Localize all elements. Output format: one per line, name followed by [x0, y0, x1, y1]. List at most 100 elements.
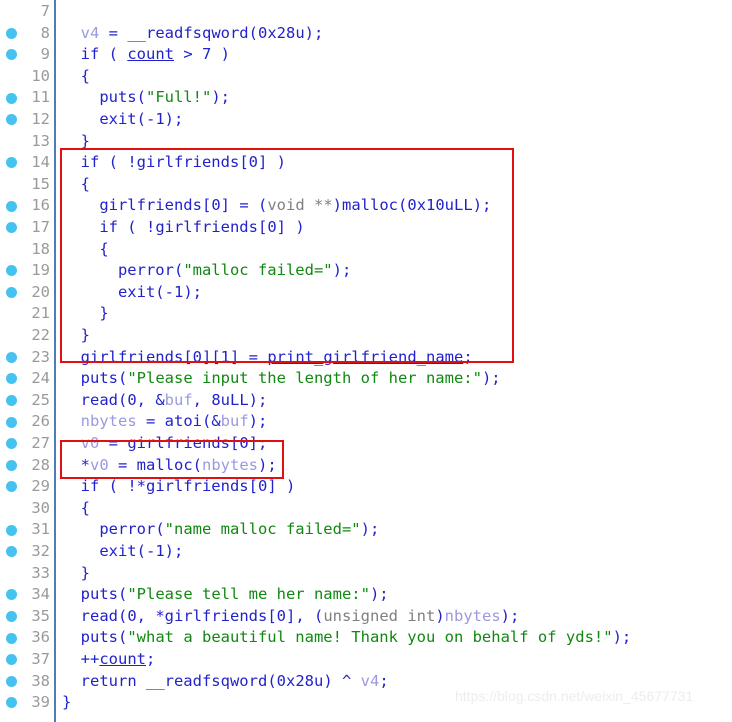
code-token-num: 1: [173, 282, 184, 301]
line-number: 13: [31, 131, 50, 150]
code-line[interactable]: 18 {: [0, 239, 732, 261]
code-token-fn: =: [108, 455, 137, 474]
code-line[interactable]: 15 {: [0, 174, 732, 196]
code-token-fn: }: [80, 326, 90, 344]
code-line[interactable]: 8 v4 = __readfsqword(0x28u);: [0, 23, 732, 45]
code-text[interactable]: v0 = girlfriends[0];: [81, 433, 268, 455]
code-line[interactable]: 25 read(0, &buf, 8uLL);: [0, 390, 732, 412]
code-text[interactable]: {: [99, 239, 108, 261]
code-line[interactable]: 24 puts("Please input the length of her n…: [0, 368, 732, 390]
code-line[interactable]: 37 ++count;: [0, 649, 732, 671]
line-number: 17: [31, 218, 50, 236]
code-line[interactable]: 26 nbytes = atoi(&buf);: [0, 411, 732, 433]
code-line[interactable]: 23 girlfriends[0][1] = print_girlfriend_n…: [0, 347, 732, 369]
code-line[interactable]: 12 exit(-1);: [0, 109, 732, 131]
code-text[interactable]: girlfriends[0][1] = print_girlfriend_nam…: [81, 347, 473, 369]
code-text[interactable]: nbytes = atoi(&buf);: [81, 411, 268, 433]
code-text[interactable]: exit(-1);: [118, 282, 202, 304]
code-token-fn: }: [99, 304, 109, 323]
code-token-glob[interactable]: count: [127, 45, 174, 63]
code-text[interactable]: read(0, *girlfriends[0], (unsigned int)n…: [81, 606, 520, 628]
code-text[interactable]: perror("malloc failed=");: [118, 260, 351, 282]
code-line[interactable]: 20 exit(-1);: [0, 282, 732, 304]
code-line[interactable]: 28 *v0 = malloc(nbytes);: [0, 455, 732, 477]
code-line[interactable]: 35 read(0, *girlfriends[0], (unsigned int…: [0, 606, 732, 628]
code-line[interactable]: 30 {: [0, 498, 732, 520]
code-text[interactable]: if ( !girlfriends[0] ): [99, 217, 304, 239]
code-text[interactable]: {: [81, 66, 90, 88]
code-token-num: 0x28u: [276, 671, 324, 690]
code-token-glob[interactable]: count: [99, 650, 146, 668]
code-text[interactable]: return __readfsqword(0x28u) ^ v4;: [81, 671, 389, 693]
code-token-var: buf: [220, 412, 249, 431]
code-line[interactable]: 22}: [0, 325, 732, 347]
line-number: 27: [31, 434, 50, 452]
code-token-fn: perror: [99, 520, 156, 539]
code-line[interactable]: 19 perror("malloc failed=");: [0, 260, 732, 282]
code-token-fn: ][: [202, 347, 221, 366]
code-text[interactable]: }: [81, 563, 90, 585]
code-token-fn: exit: [99, 110, 137, 128]
code-line[interactable]: 27 v0 = girlfriends[0];: [0, 433, 732, 455]
code-token-fn: malloc: [342, 196, 399, 215]
code-line[interactable]: 34 puts("Please tell me her name:");: [0, 584, 732, 606]
code-line[interactable]: 29 if ( !*girlfriends[0] ): [0, 476, 732, 498]
pseudocode-editor[interactable]: 7 8 v4 = __readfsqword(0x28u); 9 if ( count …: [0, 0, 732, 722]
code-text[interactable]: {: [81, 498, 90, 520]
code-text[interactable]: exit(-1);: [99, 541, 183, 563]
code-token-fn: if ( !: [99, 218, 156, 236]
code-text[interactable]: if ( !girlfriends[0] ): [81, 152, 286, 174]
code-text[interactable]: exit(-1);: [99, 109, 183, 131]
code-token-fn: girlfriends: [145, 477, 249, 496]
code-token-fn: );: [360, 520, 380, 539]
code-line[interactable]: 11 puts("Full!");: [0, 87, 732, 109]
code-line[interactable]: 10 {: [0, 66, 732, 88]
code-text[interactable]: *v0 = malloc(nbytes);: [81, 455, 277, 477]
code-token-fn: {: [80, 174, 90, 193]
code-line[interactable]: 13}: [0, 131, 732, 153]
code-text[interactable]: ++count;: [81, 649, 156, 671]
code-text[interactable]: {: [81, 174, 90, 196]
code-text[interactable]: }: [81, 325, 90, 347]
code-line[interactable]: 33}: [0, 563, 732, 585]
code-text[interactable]: if ( count > 7 ): [81, 44, 230, 66]
code-token-glob[interactable]: print_girlfriend_name: [267, 348, 463, 366]
code-token-fn: (: [117, 606, 128, 625]
code-line[interactable]: 9 if ( count > 7 ): [0, 44, 732, 66]
code-text[interactable]: puts("Please input the length of her nam…: [81, 368, 501, 390]
code-text[interactable]: }: [99, 303, 108, 325]
code-token-var: nbytes: [202, 455, 259, 474]
code-token-fn: =: [99, 434, 128, 452]
code-line[interactable]: 14 if ( !girlfriends[0] ): [0, 152, 732, 174]
code-text[interactable]: v4 = __readfsqword(0x28u);: [81, 23, 324, 45]
code-token-str: "malloc failed=": [183, 261, 333, 280]
line-number: 7: [40, 2, 50, 20]
code-text[interactable]: read(0, &buf, 8uLL);: [81, 390, 268, 412]
code-text[interactable]: girlfriends[0] = (void **)malloc(0x10uLL…: [99, 195, 491, 217]
code-line[interactable]: 32 exit(-1);: [0, 541, 732, 563]
code-line[interactable]: 17 if ( !girlfriends[0] ): [0, 217, 732, 239]
code-text[interactable]: perror("name malloc failed=");: [99, 519, 379, 541]
code-line[interactable]: 16 girlfriends[0] = (void **)malloc(0x10u…: [0, 195, 732, 217]
code-token-fn: [: [267, 606, 277, 625]
code-token-k: unsigned int: [323, 606, 436, 625]
code-token-fn: );: [164, 542, 184, 560]
code-line[interactable]: 21}: [0, 303, 732, 325]
code-text[interactable]: puts("what a beautiful name! Thank you o…: [81, 627, 632, 649]
code-token-num: 0: [211, 196, 221, 215]
code-line[interactable]: 36 puts("what a beautiful name! Thank you…: [0, 627, 732, 649]
code-text[interactable]: puts("Full!");: [99, 87, 230, 109]
code-line[interactable]: 31 perror("name malloc failed=");: [0, 519, 732, 541]
code-token-fn: (: [155, 520, 165, 539]
code-line[interactable]: 7: [0, 1, 732, 23]
code-token-fn: [305, 196, 314, 214]
code-text[interactable]: }: [62, 692, 71, 714]
code-token-num: 0x10uLL: [407, 196, 473, 215]
code-text[interactable]: puts("Please tell me her name:");: [81, 584, 389, 606]
code-text[interactable]: }: [81, 131, 90, 153]
code-token-var: v4: [360, 671, 380, 690]
line-number: 28: [31, 455, 50, 474]
code-token-fn: );: [472, 196, 492, 215]
code-token-fn: }: [80, 131, 90, 150]
code-text[interactable]: if ( !*girlfriends[0] ): [81, 476, 296, 498]
